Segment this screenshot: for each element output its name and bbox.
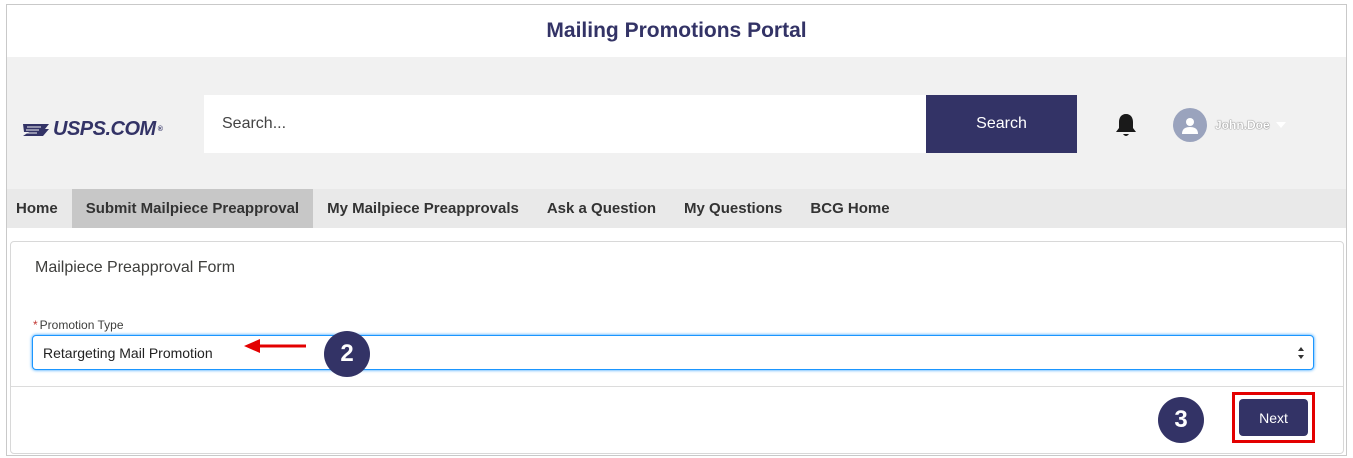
annotation-arrow-icon	[244, 339, 306, 353]
form-footer-divider	[11, 386, 1343, 387]
avatar[interactable]	[1173, 108, 1207, 142]
logo-text: USPS.COM	[53, 118, 156, 140]
main-nav: Home Submit Mailpiece Preapproval My Mai…	[7, 189, 1346, 228]
eagle-icon	[23, 123, 49, 136]
preapproval-form-card: Mailpiece Preapproval Form * Promotion Ty…	[10, 241, 1344, 454]
promotion-type-value: Retargeting Mail Promotion	[43, 344, 213, 361]
search-button[interactable]: Search	[926, 95, 1077, 153]
portal-title: Mailing Promotions Portal	[546, 19, 807, 42]
promotion-type-select[interactable]: Retargeting Mail Promotion	[32, 335, 1314, 370]
nav-item-my-questions[interactable]: My Questions	[670, 189, 796, 228]
chevron-down-icon[interactable]	[1275, 122, 1286, 128]
user-icon	[1182, 118, 1198, 134]
promotion-type-label: * Promotion Type	[33, 318, 124, 332]
search-input[interactable]	[204, 95, 926, 153]
step-3-badge: 3	[1158, 397, 1204, 443]
user-name[interactable]: John.Doe	[1215, 118, 1270, 132]
nav-item-bcg-home[interactable]: BCG Home	[796, 189, 903, 228]
portal-window: Mailing Promotions Portal USPS.COM ® Sea…	[6, 4, 1347, 456]
user-menu[interactable]: John.Doe	[1173, 108, 1286, 142]
form-title: Mailpiece Preapproval Form	[35, 259, 236, 276]
required-marker: *	[33, 318, 38, 332]
next-button[interactable]: Next	[1239, 399, 1308, 436]
site-header: USPS.COM ® Search John.Doe	[7, 57, 1346, 189]
up-down-arrows-icon	[1298, 347, 1304, 359]
usps-logo[interactable]: USPS.COM ®	[21, 118, 163, 141]
nav-item-ask-a-question[interactable]: Ask a Question	[533, 189, 670, 228]
logo-registered-mark: ®	[157, 126, 163, 133]
step-2-badge: 2	[324, 331, 370, 377]
nav-item-home[interactable]: Home	[7, 189, 72, 228]
promotion-type-label-text: Promotion Type	[39, 318, 124, 332]
title-bar: Mailing Promotions Portal	[7, 5, 1346, 57]
nav-item-my-mailpiece-preapprovals[interactable]: My Mailpiece Preapprovals	[313, 189, 533, 228]
nav-item-submit-mailpiece-preapproval[interactable]: Submit Mailpiece Preapproval	[71, 189, 314, 228]
bell-icon[interactable]	[1114, 112, 1138, 138]
